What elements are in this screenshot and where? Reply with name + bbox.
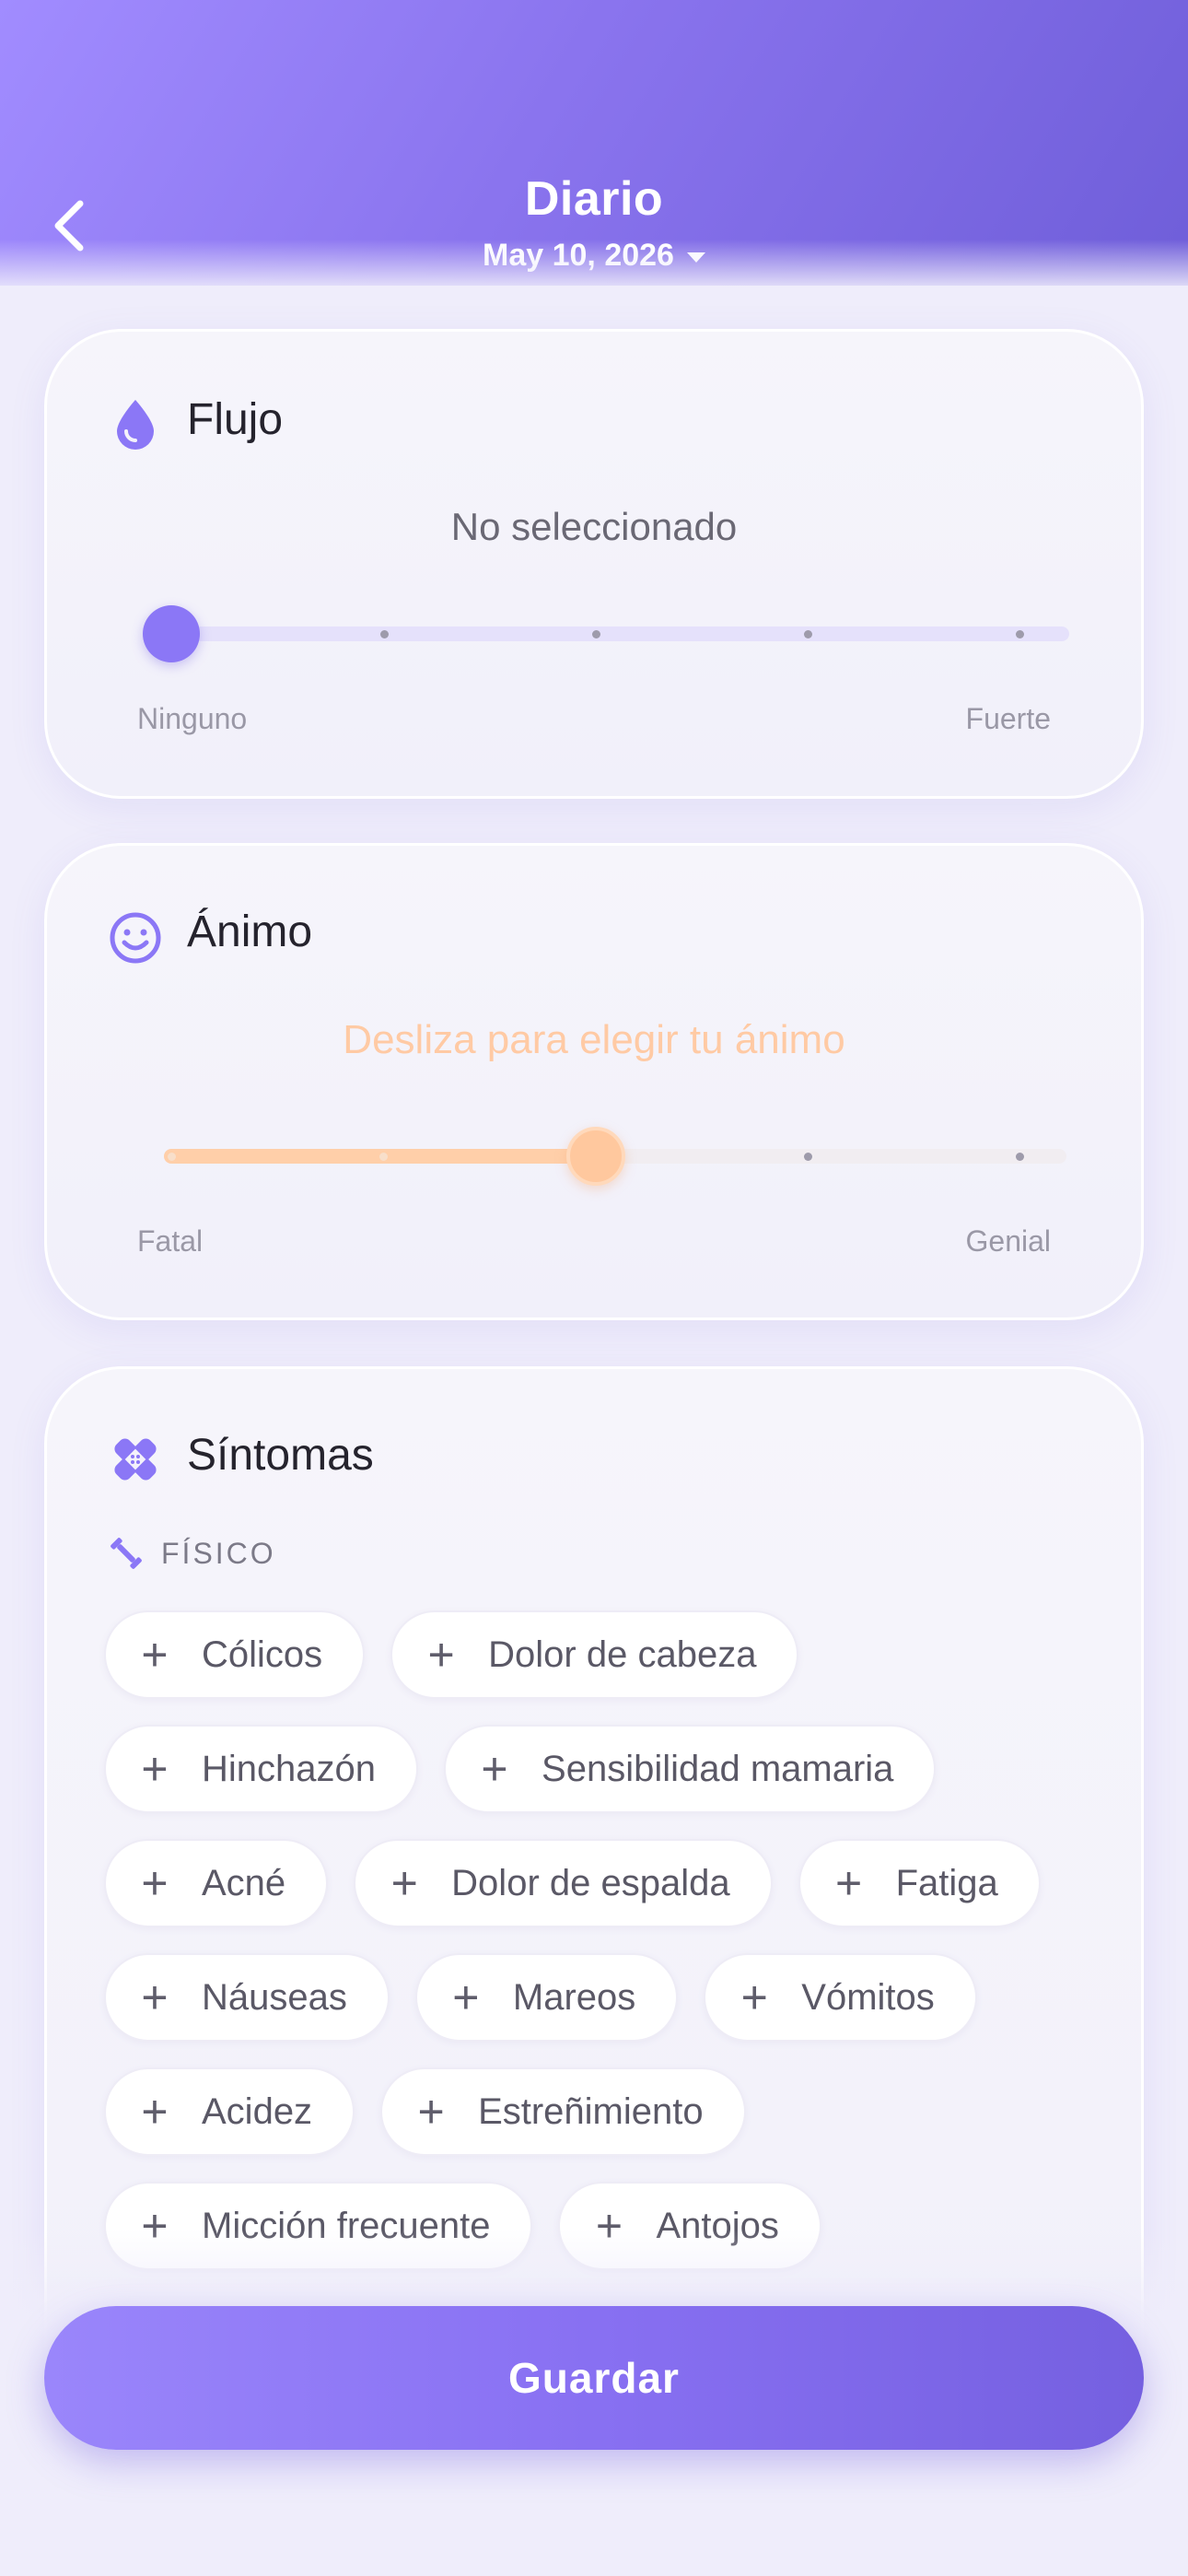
smiley-icon bbox=[110, 912, 161, 964]
symptom-chip-label: Dolor de cabeza bbox=[488, 1633, 757, 1675]
mood-card: Ánimo Desliza para elegir tu ánimo Fatal… bbox=[44, 843, 1144, 1320]
flow-status: No seleccionado bbox=[450, 505, 738, 548]
symptom-chip-label: Cólicos bbox=[202, 1633, 323, 1675]
section-header-physical: FÍSICO bbox=[108, 1535, 276, 1572]
flow-track bbox=[172, 626, 1069, 641]
flow-step-dot bbox=[592, 630, 600, 638]
symptom-chip[interactable]: + Náuseas bbox=[104, 1953, 390, 2042]
symptom-chip-label: Dolor de espalda bbox=[451, 1862, 730, 1903]
flow-step-dot bbox=[380, 630, 389, 638]
symptom-chip[interactable]: + Cólicos bbox=[104, 1610, 366, 1699]
symptom-chip[interactable]: + Mareos bbox=[414, 1953, 679, 2042]
symptom-chip-label: Acné bbox=[202, 1862, 286, 1903]
symptom-chip-label: Estreñimiento bbox=[478, 2090, 704, 2132]
mood-min-label: Fatal bbox=[137, 1224, 204, 1258]
symptom-chip-label: Hinchazón bbox=[202, 1748, 377, 1789]
mood-max-label: Genial bbox=[965, 1224, 1052, 1258]
mood-step-dot bbox=[168, 1153, 176, 1161]
page-title: Diario bbox=[524, 172, 664, 226]
plus-icon: + bbox=[390, 1857, 418, 1909]
mood-step-dot bbox=[804, 1153, 812, 1161]
flow-step-dot bbox=[1016, 630, 1024, 638]
plus-icon: + bbox=[141, 1743, 169, 1795]
mood-step-dot bbox=[379, 1153, 388, 1161]
plus-icon: + bbox=[481, 1743, 508, 1795]
flow-max-label: Fuerte bbox=[965, 702, 1051, 735]
mood-hint: Desliza para elegir tu ánimo bbox=[343, 1017, 845, 1062]
caret-down-icon bbox=[686, 252, 705, 263]
symptom-chip-label: Náuseas bbox=[202, 1976, 347, 2018]
plus-icon: + bbox=[427, 1629, 455, 1680]
bandage-icon bbox=[114, 1438, 157, 1481]
flow-min-label: Ninguno bbox=[137, 702, 248, 735]
save-button[interactable]: Guardar bbox=[44, 2306, 1144, 2450]
symptom-chips: + Cólicos + Dolor de cabeza + Hinchazón + Sensi… bbox=[104, 1610, 1099, 2270]
plus-icon: + bbox=[141, 1972, 169, 2023]
date-selector[interactable]: May 10, 2026 bbox=[0, 238, 1188, 274]
drop-icon bbox=[117, 400, 154, 450]
plus-icon: + bbox=[141, 1629, 169, 1680]
section-label: FÍSICO bbox=[161, 1536, 276, 1570]
plus-icon: + bbox=[834, 1857, 863, 1909]
mood-step-dot bbox=[1016, 1153, 1024, 1161]
symptom-chip[interactable]: + Sensibilidad mamaria bbox=[444, 1725, 937, 1813]
date-label: May 10, 2026 bbox=[483, 238, 674, 273]
symptom-chip[interactable]: + Estreñimiento bbox=[380, 2067, 746, 2156]
symptom-chip[interactable]: + Acidez bbox=[104, 2067, 355, 2156]
symptom-chip[interactable]: + Vómitos bbox=[704, 1953, 977, 2042]
symptom-chip-label: Vómitos bbox=[801, 1976, 935, 2018]
flow-card: Flujo No seleccionado Ninguno Fuerte bbox=[44, 329, 1144, 799]
plus-icon: + bbox=[417, 2086, 445, 2137]
symptom-chip-label: Mareos bbox=[512, 1976, 636, 2018]
header: Diario May 10, 2026 bbox=[0, 0, 1188, 286]
symptom-chip[interactable]: + Fatiga bbox=[798, 1839, 1041, 1927]
symptom-chip[interactable]: + Dolor de cabeza bbox=[390, 1610, 799, 1699]
plus-icon: + bbox=[452, 1972, 480, 2023]
symptom-chip[interactable]: + Dolor de espalda bbox=[354, 1839, 773, 1927]
symptoms-title: Síntomas bbox=[187, 1431, 374, 1480]
flow-slider-thumb[interactable] bbox=[143, 605, 200, 662]
flow-title: Flujo bbox=[187, 395, 284, 444]
symptom-chip[interactable]: + Hinchazón bbox=[104, 1725, 419, 1813]
symptom-chip[interactable]: + Acné bbox=[104, 1839, 329, 1927]
mood-slider-thumb[interactable] bbox=[566, 1127, 625, 1186]
dumbbell-icon bbox=[111, 1538, 142, 1569]
symptom-chip-label: Fatiga bbox=[895, 1862, 998, 1903]
mood-title: Ánimo bbox=[187, 907, 313, 956]
plus-icon: + bbox=[740, 1972, 768, 2023]
flow-step-dot bbox=[804, 630, 812, 638]
symptom-chip-label: Acidez bbox=[202, 2090, 313, 2132]
plus-icon: + bbox=[141, 2086, 169, 2137]
symptom-chip-label: Sensibilidad mamaria bbox=[542, 1748, 894, 1789]
plus-icon: + bbox=[141, 1857, 169, 1909]
